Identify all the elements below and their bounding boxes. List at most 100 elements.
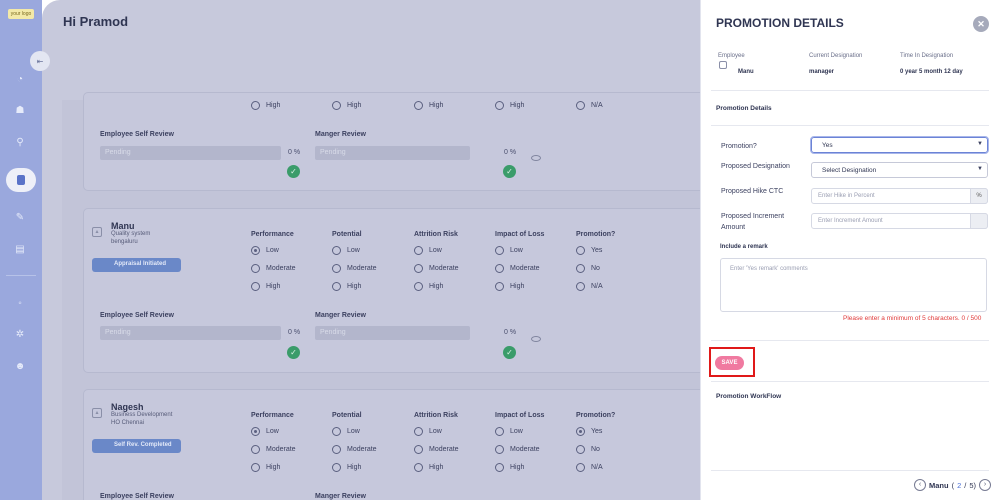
radio-promotion-na[interactable] — [576, 463, 585, 472]
proposed-designation-select[interactable]: Select Designation ▼ — [811, 162, 988, 178]
radio-potential-high[interactable] — [332, 282, 341, 291]
org-chart-icon[interactable]: ⚲ — [12, 134, 28, 150]
radio-impact-moderate[interactable] — [495, 264, 504, 273]
radio-performance-high[interactable] — [251, 282, 260, 291]
remark-textarea[interactable]: Enter 'Yes remark' comments — [720, 258, 987, 312]
proposed-designation-label: Proposed Designation — [721, 163, 790, 170]
radio-impact-high[interactable] — [495, 463, 504, 472]
radio-impact-low[interactable] — [495, 246, 504, 255]
promotion-select[interactable]: Yes ▼ — [810, 136, 989, 154]
option-label: High — [429, 464, 444, 471]
team-icon[interactable]: ☗ — [12, 102, 28, 118]
section-title: Promotion Details — [716, 105, 772, 112]
column-header: Impact of Loss — [495, 231, 545, 238]
employee-location: bengaluru — [111, 239, 138, 245]
increment-input[interactable]: Enter Increment Amount — [811, 213, 988, 229]
hike-label: Proposed Hike CTC — [721, 188, 784, 195]
employee-location: HO Chennai — [111, 420, 145, 426]
profile-icon[interactable]: ☻ — [12, 358, 28, 374]
radio-high[interactable] — [495, 101, 504, 110]
option-label: Low — [429, 428, 442, 435]
radio-na[interactable] — [576, 101, 585, 110]
option-label: Yes — [591, 428, 603, 435]
option-label: High — [266, 464, 281, 471]
radio-potential-low[interactable] — [332, 427, 341, 436]
manager-review-percent: 0 % — [504, 329, 517, 336]
option-label: No — [591, 446, 600, 453]
radio-potential-high[interactable] — [332, 463, 341, 472]
radio-impact-moderate[interactable] — [495, 445, 504, 454]
chat-icon[interactable]: ◦ — [12, 295, 28, 311]
reports-icon[interactable]: ▤ — [12, 241, 28, 257]
appraisal-icon[interactable] — [6, 168, 36, 192]
check-icon: ✓ — [287, 165, 300, 178]
pager-sep: / — [964, 480, 967, 490]
option-label: High — [266, 283, 281, 290]
save-button[interactable]: SAVE — [715, 356, 744, 370]
radio-potential-moderate[interactable] — [332, 264, 341, 273]
prev-icon[interactable]: ‹ — [914, 479, 926, 491]
self-review-percent: 0 % — [288, 149, 301, 156]
radio-impact-low[interactable] — [495, 427, 504, 436]
column-header: Impact of Loss — [495, 412, 545, 419]
radio-attrition-high[interactable] — [414, 282, 423, 291]
radio-high[interactable] — [251, 101, 260, 110]
radio-promotion-yes[interactable] — [576, 427, 585, 436]
radio-promotion-na[interactable] — [576, 282, 585, 291]
settings-icon[interactable]: ✲ — [12, 326, 28, 342]
pager-name: Manu — [929, 480, 949, 490]
radio-promotion-no[interactable] — [576, 264, 585, 273]
next-icon[interactable]: › — [979, 479, 992, 491]
dashboard-icon[interactable]: ◔ — [12, 71, 28, 87]
hike-input[interactable]: Enter Hike in Percent% — [811, 188, 988, 204]
manager-review-field: Pending — [315, 146, 470, 160]
radio-attrition-high[interactable] — [414, 463, 423, 472]
option-label: Moderate — [510, 446, 540, 453]
option-label: Low — [429, 247, 442, 254]
column-header: Potential — [332, 231, 362, 238]
radio-promotion-yes[interactable] — [576, 246, 585, 255]
radio-attrition-low[interactable] — [414, 246, 423, 255]
sidebar-divider — [6, 275, 36, 276]
eye-icon[interactable] — [531, 336, 541, 342]
option-label: High — [510, 464, 525, 471]
radio-attrition-low[interactable] — [414, 427, 423, 436]
self-review-percent: 0 % — [288, 329, 301, 336]
manager-review-percent: 0 % — [504, 149, 517, 156]
divider — [711, 125, 989, 126]
radio-performance-low[interactable] — [251, 427, 260, 436]
column-header: Attrition Risk — [414, 231, 458, 238]
radio-performance-moderate[interactable] — [251, 264, 260, 273]
self-review-title: Employee Self Review — [100, 493, 174, 500]
radio-performance-high[interactable] — [251, 463, 260, 472]
radio-high[interactable] — [332, 101, 341, 110]
manager-review-title: Manger Review — [315, 312, 366, 319]
radio-high[interactable] — [414, 101, 423, 110]
option-label: High — [510, 283, 525, 290]
collapse-sidebar-icon[interactable]: ⇤ — [30, 51, 50, 71]
chevron-down-icon: ▼ — [977, 166, 983, 172]
radio-impact-high[interactable] — [495, 282, 504, 291]
radio-potential-low[interactable] — [332, 246, 341, 255]
radio-attrition-moderate[interactable] — [414, 445, 423, 454]
radio-promotion-no[interactable] — [576, 445, 585, 454]
increment-label-line2: Amount — [721, 224, 746, 231]
feedback-icon[interactable]: ✎ — [12, 209, 28, 225]
radio-attrition-moderate[interactable] — [414, 264, 423, 273]
increment-addon — [970, 213, 988, 229]
option-label: Yes — [591, 247, 603, 254]
option-label: Low — [510, 247, 523, 254]
radio-performance-moderate[interactable] — [251, 445, 260, 454]
employee-card — [83, 92, 707, 191]
radio-performance-low[interactable] — [251, 246, 260, 255]
radio-potential-moderate[interactable] — [332, 445, 341, 454]
option-label: Moderate — [429, 446, 459, 453]
eye-icon[interactable] — [531, 155, 541, 161]
option-label: Moderate — [429, 265, 459, 272]
close-icon[interactable]: ✕ — [973, 16, 989, 32]
manager-review-title: Manger Review — [315, 493, 366, 500]
employee-name: Manu — [738, 69, 754, 75]
panel-title: PROMOTION DETAILS — [716, 16, 844, 30]
option-label: Low — [347, 247, 360, 254]
proposed-designation-value: Select Designation — [822, 167, 877, 174]
